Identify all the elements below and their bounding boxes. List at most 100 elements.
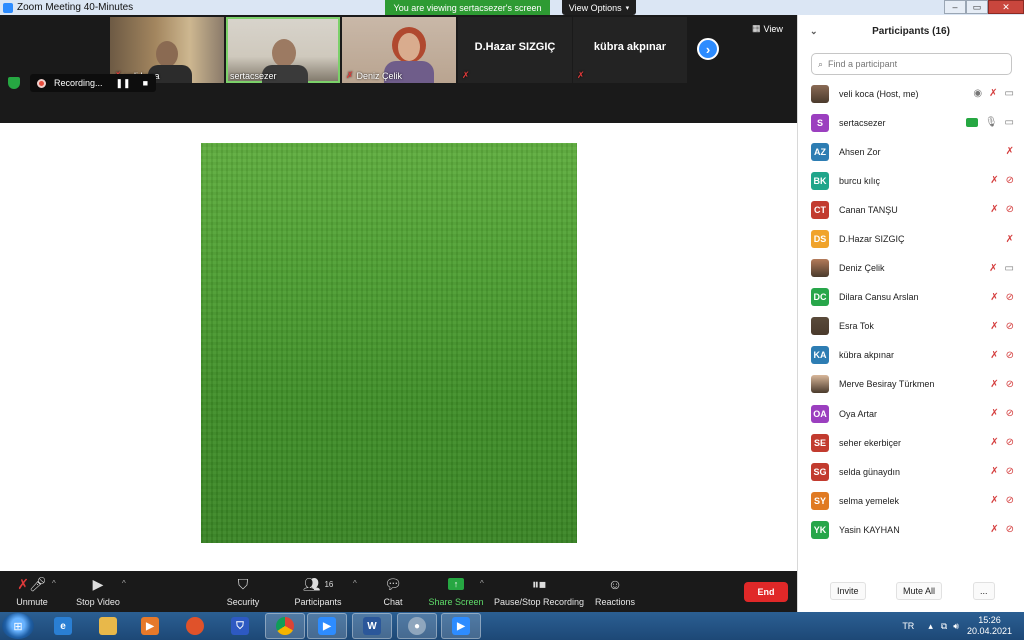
video-icon: ▶︎ (92, 575, 104, 592)
participant-row[interactable]: KA kübra akpınar ✗ ⊘ (798, 341, 1024, 370)
share-screen-icon: ↑ (448, 575, 464, 593)
window-title: Zoom Meeting 40-Minutes (17, 2, 134, 13)
avatar (811, 375, 829, 394)
participant-row[interactable]: Esra Tok ✗ ⊘ (798, 312, 1024, 341)
shared-image-grass (201, 143, 577, 543)
zoom-icon[interactable]: ▶ (307, 613, 347, 639)
participant-status-icons: ◉ ✗ ▭ (973, 88, 1014, 99)
mic-muted-icon: ✗ (990, 175, 999, 187)
participant-name: kübra akpınar (839, 350, 895, 361)
video-off-icon: ⊘ (1005, 175, 1014, 187)
webcam-app-icon[interactable]: ● (397, 613, 437, 639)
participant-row[interactable]: SY selma yemelek ✗ ⊘ (798, 486, 1024, 515)
participant-name: sertacsezer (839, 117, 886, 128)
participant-row[interactable]: OA Oya Artar ✗ ⊘ (798, 399, 1024, 428)
participant-row[interactable]: AZ Ahsen Zor ✗ (798, 137, 1024, 166)
participant-status-icons: ✗ ⊘ (990, 175, 1014, 186)
grid-icon: ▦ (752, 23, 761, 33)
minimize-button[interactable]: – (944, 0, 966, 14)
mute-all-button[interactable]: Mute All (896, 582, 943, 600)
clock[interactable]: 15:26 20.04.2021 (967, 615, 1012, 637)
system-tray: TR ▴ ⧉ 🔊︎ 15:26 20.04.2021 (902, 612, 1024, 640)
chat-button[interactable]: 💬︎ Chat (358, 575, 428, 608)
participant-row[interactable]: SE seher ekerbiçer ✗ ⊘ (798, 428, 1024, 457)
participant-search-input[interactable]: ⌕ Find a participant (811, 53, 1012, 75)
participant-row[interactable]: BK burcu kılıç ✗ ⊘ (798, 166, 1024, 195)
video-icon: ▭ (1004, 262, 1014, 274)
participant-row[interactable]: CT Canan TANŞU ✗ ⊘ (798, 195, 1024, 224)
internet-explorer-icon[interactable]: e (43, 613, 83, 639)
firefox-icon[interactable] (175, 613, 215, 639)
video-icon: ▭ (1004, 117, 1014, 129)
volume-icon[interactable]: 🔊︎ (953, 621, 959, 632)
network-icon[interactable]: ⧉ (941, 621, 947, 632)
collapse-chevron-icon[interactable]: ⌄ (810, 26, 818, 37)
chat-icon: 💬︎ (384, 575, 402, 592)
mic-muted-icon: ✗ (990, 320, 999, 332)
unmute-button[interactable]: ✗ 🎤︎ Unmute (0, 575, 67, 608)
participants-button[interactable]: 👥︎ 16 Participants (283, 575, 353, 608)
participants-caret[interactable]: ^ (353, 579, 357, 588)
zoom-icon[interactable]: ▶ (441, 613, 481, 639)
avatar-initials: YK (811, 520, 829, 539)
media-player-icon[interactable]: ▶ (130, 613, 170, 639)
participant-face (398, 33, 420, 61)
participants-icon: 👥︎ 16 (302, 575, 334, 592)
video-options-caret[interactable]: ^ (122, 579, 126, 588)
view-layout-button[interactable]: ▦ View (752, 23, 783, 34)
next-page-button[interactable]: › (697, 38, 719, 60)
security-app-icon[interactable]: ⛉ (220, 613, 260, 639)
participant-row[interactable]: YK Yasin KAYHAN ✗ ⊘ (798, 515, 1024, 544)
chrome-icon[interactable] (265, 613, 305, 639)
more-button[interactable]: ... (973, 582, 995, 600)
participant-name: Esra Tok (839, 321, 874, 332)
close-button[interactable]: ✕ (988, 0, 1024, 14)
view-options-label: View Options (568, 2, 622, 13)
participant-row[interactable]: SG selda günaydın ✗ ⊘ (798, 457, 1024, 486)
word-icon[interactable]: W (352, 613, 392, 639)
show-hidden-icons-icon[interactable]: ▴ (928, 621, 933, 632)
participant-row[interactable]: DS D.Hazar SIZGIÇ ✗ (798, 224, 1024, 253)
mic-muted-icon: ✗ (989, 88, 998, 100)
start-button[interactable]: ⊞ (2, 613, 34, 639)
maximize-button[interactable]: ▭ (966, 0, 988, 14)
tile-name: ✗ (462, 70, 470, 81)
share-screen-icon (965, 118, 978, 128)
share-options-caret[interactable]: ^ (480, 579, 484, 588)
chevron-down-icon: ▾ (625, 4, 630, 12)
video-tile-2[interactable]: sertacsezer (226, 17, 340, 83)
language-indicator[interactable]: TR (902, 621, 914, 631)
video-tile-4[interactable]: D.Hazar SIZGIÇ ✗ (458, 17, 572, 83)
reactions-button[interactable]: ☺︎ Reactions (580, 575, 650, 607)
tile-name: sertacsezer (230, 71, 277, 81)
participant-name: D.Hazar SIZGIÇ (839, 234, 905, 245)
participant-status-icons: ✗ (1006, 146, 1014, 157)
participant-name: Oya Artar (839, 408, 878, 419)
audio-options-caret[interactable]: ^ (52, 579, 56, 588)
file-explorer-icon[interactable] (88, 613, 128, 639)
participant-row[interactable]: Merve Besiray Türkmen ✗ ⊘ (798, 370, 1024, 399)
mic-muted-icon: ✗ (989, 262, 998, 274)
participant-row[interactable]: DC Dilara Cansu Arslan ✗ ⊘ (798, 283, 1024, 312)
participant-row[interactable]: Ssertacsezer 🎙︎ ▭ (798, 108, 1024, 137)
view-options-button[interactable]: View Options ▾ (562, 0, 636, 15)
participant-row[interactable]: Deniz Çelik ✗ ▭ (798, 254, 1024, 283)
end-meeting-button[interactable]: End (744, 582, 788, 602)
mic-muted-icon: ✗ (990, 291, 999, 303)
pause-recording-icon[interactable]: ❚❚ (115, 78, 130, 89)
avatar-initials: KA (811, 346, 829, 365)
video-tile-5[interactable]: kübra akpınar ✗ (573, 17, 687, 83)
video-off-icon: ⊘ (1005, 349, 1014, 361)
video-tile-3[interactable]: ✗ Deniz Çelik (342, 17, 456, 83)
pause-stop-recording-button[interactable]: ⏸︎⏹︎ Pause/Stop Recording (494, 575, 584, 608)
security-button[interactable]: ⛉ Security (208, 575, 278, 608)
participant-status-icons: ✗ ▭ (989, 263, 1014, 274)
tile-name: ✗ (577, 70, 585, 81)
participant-row[interactable]: veli koca (Host, me) ◉ ✗ ▭ (798, 79, 1024, 108)
stop-recording-icon[interactable]: ■ (143, 78, 148, 89)
video-off-icon: ⊘ (1005, 495, 1014, 507)
invite-button[interactable]: Invite (830, 582, 866, 600)
participant-status-icons: ✗ ⊘ (990, 437, 1014, 448)
avatar-initials: BK (811, 171, 829, 190)
mic-muted-icon: ✗ (990, 378, 999, 390)
